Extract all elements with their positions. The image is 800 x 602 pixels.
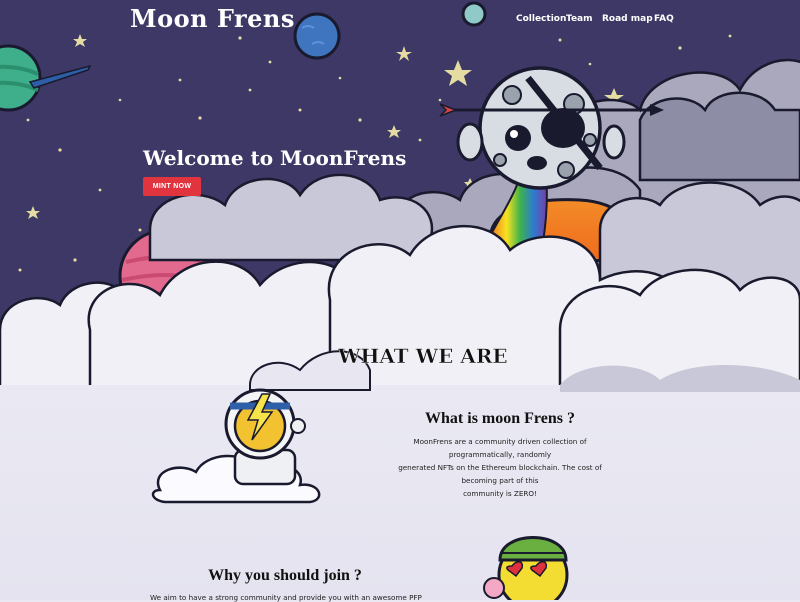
nav-item-faq[interactable]: FAQ (654, 14, 674, 24)
nav-item-road-map[interactable]: Road map (602, 14, 653, 24)
nav-item-team[interactable]: Team (566, 14, 593, 24)
why-join-description: We aim to have a strong community and pr… (150, 593, 422, 602)
top-nav: Collection Team Road map FAQ (0, 14, 800, 28)
why-join-heading: Why you should join ? (208, 567, 362, 584)
what-is-description: MoonFrens are a community driven collect… (380, 435, 620, 500)
what-is-heading: What is moon Frens ? (425, 410, 575, 427)
nav-item-collection[interactable]: Collection (516, 14, 566, 24)
what-is-line: community is ZERO! (463, 489, 537, 498)
hero-title: Welcome to MoonFrens (143, 146, 407, 170)
what-is-line: MoonFrens are a community driven collect… (413, 437, 587, 459)
mint-now-button[interactable]: MINT NOW (143, 177, 201, 196)
what-is-line: generated NFTs on the Ethereum blockchai… (398, 463, 602, 485)
section-title-what-we-are: WHAT WE ARE (338, 344, 508, 368)
hero-background (0, 0, 800, 600)
